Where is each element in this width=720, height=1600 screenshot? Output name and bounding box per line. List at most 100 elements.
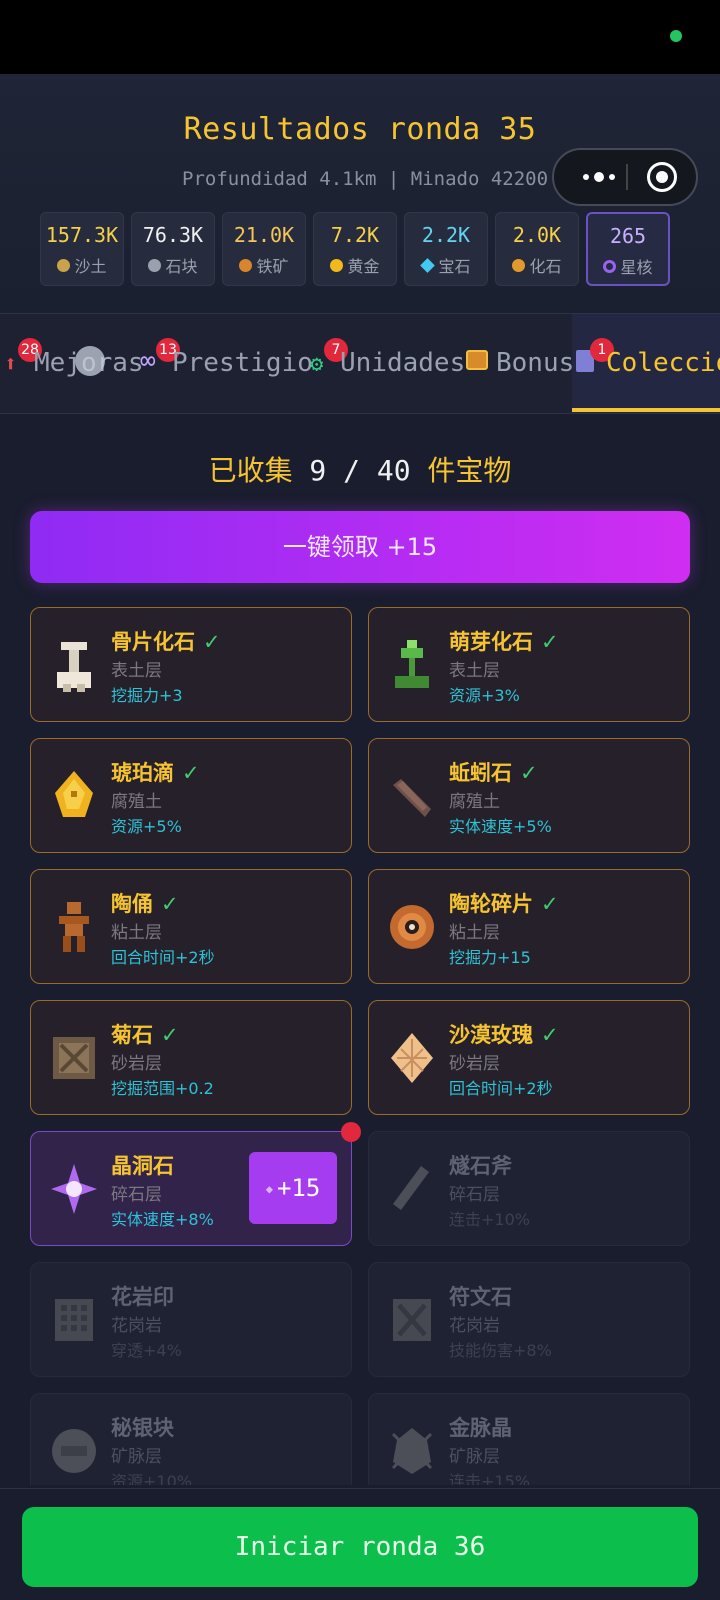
resource-value: 2.2K (421, 223, 471, 247)
treasure-bonus: 回合时间+2秒 (111, 948, 215, 967)
treasure-name: 蚯蚓石 (449, 761, 512, 785)
resource-label-row: 石块 (132, 253, 214, 277)
treasure-name: 花岩印 (111, 1285, 174, 1309)
desert-rose-icon (387, 1029, 437, 1087)
treasure-card[interactable]: 琥珀滴 ✓ 腐殖土 资源+5% (30, 738, 352, 853)
mini-program-capsule (552, 148, 698, 206)
treasure-name-row: 沙漠玫瑰 ✓ (449, 1019, 559, 1049)
capsule-divider (626, 164, 628, 190)
treasure-layer: 表土层 (111, 661, 162, 681)
claim-amount: +15 (276, 1174, 321, 1202)
treasure-card[interactable]: 骨片化石 ✓ 表土层挖掘力+3 (30, 607, 352, 722)
touch-indicator (75, 346, 105, 376)
tab-mejoras[interactable]: ⬆ 28 Mejoras (0, 314, 144, 413)
treasure-layer: 粘土层 (449, 923, 500, 943)
treasure-bonus: 资源+5% (111, 817, 182, 836)
resource-chip: 157.3K 沙土 (40, 212, 124, 286)
start-round-button[interactable]: Iniciar ronda 36 (22, 1507, 698, 1587)
infinity-icon: ∞ (140, 346, 156, 376)
treasure-card[interactable]: 秘银块 矿脉层 资源+10% (30, 1393, 352, 1485)
treasure-card[interactable]: 陶俑 ✓ 粘土层 回合时间+2秒 (30, 869, 352, 984)
treasure-bonus: 回合时间+2秒 (449, 1079, 553, 1098)
treasure-card[interactable]: 萌芽化石 ✓ 表土层 资源+3% (368, 607, 690, 722)
tab-label: Unidades (340, 348, 466, 378)
treasure-card[interactable]: 燧石斧 碎石层 连击+10% (368, 1131, 690, 1246)
treasure-name: 金脉晶 (449, 1416, 512, 1440)
ammonite-icon (49, 1029, 99, 1087)
checkmark-icon: ✓ (161, 892, 179, 916)
resource-label: 星核 (620, 258, 653, 277)
checkmark-icon: ✓ (203, 630, 221, 654)
close-target-icon[interactable] (647, 162, 677, 192)
rune-stone-icon (387, 1291, 437, 1349)
treasure-name-row: 符文石 (449, 1281, 512, 1311)
treasure-card[interactable]: 花岩印 花岗岩 穿透+4% (30, 1262, 352, 1377)
summary-suffix: 件宝物 (410, 454, 512, 487)
resource-label: 石块 (165, 257, 198, 276)
treasure-card[interactable]: 符文石 花岗岩 技能伤害+8% (368, 1262, 690, 1377)
treasure-layer: 腐殖土 (449, 792, 500, 812)
tab-coleccion[interactable]: 1 Colecció (572, 314, 720, 413)
tab-label: Prestigio (172, 348, 313, 378)
treasure-name-row: 萌芽化石 ✓ (449, 626, 559, 656)
gold-vein-crystal-icon (387, 1422, 437, 1480)
treasure-name: 骨片化石 (111, 630, 195, 654)
treasure-name: 符文石 (449, 1285, 512, 1309)
treasure-card[interactable]: 蚯蚓石 ✓ 腐殖土实体速度+5% (368, 738, 690, 853)
treasure-name: 燧石斧 (449, 1154, 512, 1178)
treasure-layer: 砂岩层 (449, 1054, 500, 1074)
treasure-bonus: 实体速度+5% (449, 817, 552, 836)
treasure-card[interactable]: 晶洞石 碎石层 实体速度+8% ◆ +15 (30, 1122, 361, 1246)
claim-treasure-button[interactable]: ◆ +15 (249, 1152, 337, 1224)
sprout-fossil-icon (387, 636, 437, 694)
upgrade-arrow-icon: ⬆ (4, 352, 18, 377)
treasure-card[interactable]: 金脉晶 矿脉层 连击+15% (368, 1393, 690, 1485)
resource-bar: 157.3K 沙土 76.3K 石块 21.0K 铁矿 7.2K 黄金 2.2K 宝石 2.0K 化石… (40, 212, 680, 286)
resource-label-row: 沙土 (41, 253, 123, 277)
tab-bar: ⬆ 28 Mejoras ∞ 13 Prestigio ⚙ 7 Unidades… (0, 314, 720, 414)
claim-all-button[interactable]: 一键领取 +15 (30, 511, 690, 583)
status-bar (0, 0, 720, 74)
resource-label-row: 黄金 (314, 253, 396, 277)
stone-icon (148, 258, 162, 272)
treasure-bonus: 资源+3% (449, 686, 520, 705)
tab-prestigio[interactable]: ∞ 13 Prestigio (138, 314, 313, 413)
checkmark-icon: ✓ (520, 761, 538, 785)
resource-chip: 2.0K 化石 (495, 212, 579, 286)
resource-label: 沙土 (74, 257, 107, 276)
treasure-name-row: 金脉晶 (449, 1412, 512, 1442)
resource-value: 7.2K (330, 223, 380, 247)
resource-label-row: 宝石 (405, 253, 487, 277)
treasure-bonus: 挖掘力+3 (111, 686, 183, 705)
tab-unidades[interactable]: ⚙ 7 Unidades (306, 314, 466, 413)
page-title: Resultados ronda 35 (183, 112, 537, 147)
treasure-name: 琥珀滴 (111, 761, 174, 785)
tab-bonus[interactable]: Bonus (462, 314, 574, 413)
treasure-card[interactable]: 陶轮碎片 ✓ 粘土层 挖掘力+15 (368, 869, 690, 984)
more-options-icon[interactable] (574, 150, 624, 204)
collection-summary: 已收集 9 / 40 件宝物 (0, 449, 720, 489)
clay-figure-icon (49, 898, 99, 956)
resource-chip: 265 星核 (586, 212, 670, 286)
treasure-name-row: 骨片化石 ✓ (111, 626, 221, 656)
treasure-card[interactable]: 沙漠玫瑰 ✓ 砂岩层回合时间+2秒 (368, 1000, 690, 1115)
resource-label-row: 星核 (588, 254, 668, 278)
checkmark-icon: ✓ (541, 892, 559, 916)
resource-chip: 2.2K 宝石 (404, 212, 488, 286)
treasure-bonus: 挖掘范围+0.2 (111, 1079, 214, 1098)
treasure-layer: 花岗岩 (111, 1316, 162, 1336)
treasure-name-row: 秘银块 (111, 1412, 174, 1442)
notification-dot (341, 1122, 361, 1142)
treasure-name-row: 陶轮碎片 ✓ (449, 888, 559, 918)
treasure-bonus: 连击+15% (449, 1472, 530, 1485)
treasure-layer: 粘土层 (111, 923, 162, 943)
mithril-icon (49, 1422, 99, 1480)
resource-chip: 21.0K 铁矿 (222, 212, 306, 286)
resource-value: 76.3K (142, 223, 204, 247)
treasure-name: 晶洞石 (111, 1154, 174, 1178)
treasure-card[interactable]: 菊石 ✓ 砂岩层 挖掘范围+0.2 (30, 1000, 352, 1115)
resource-value: 157.3K (45, 223, 119, 247)
summary-prefix: 已收集 (208, 454, 310, 487)
flint-axe-icon (387, 1160, 437, 1218)
resource-label: 黄金 (347, 257, 380, 276)
